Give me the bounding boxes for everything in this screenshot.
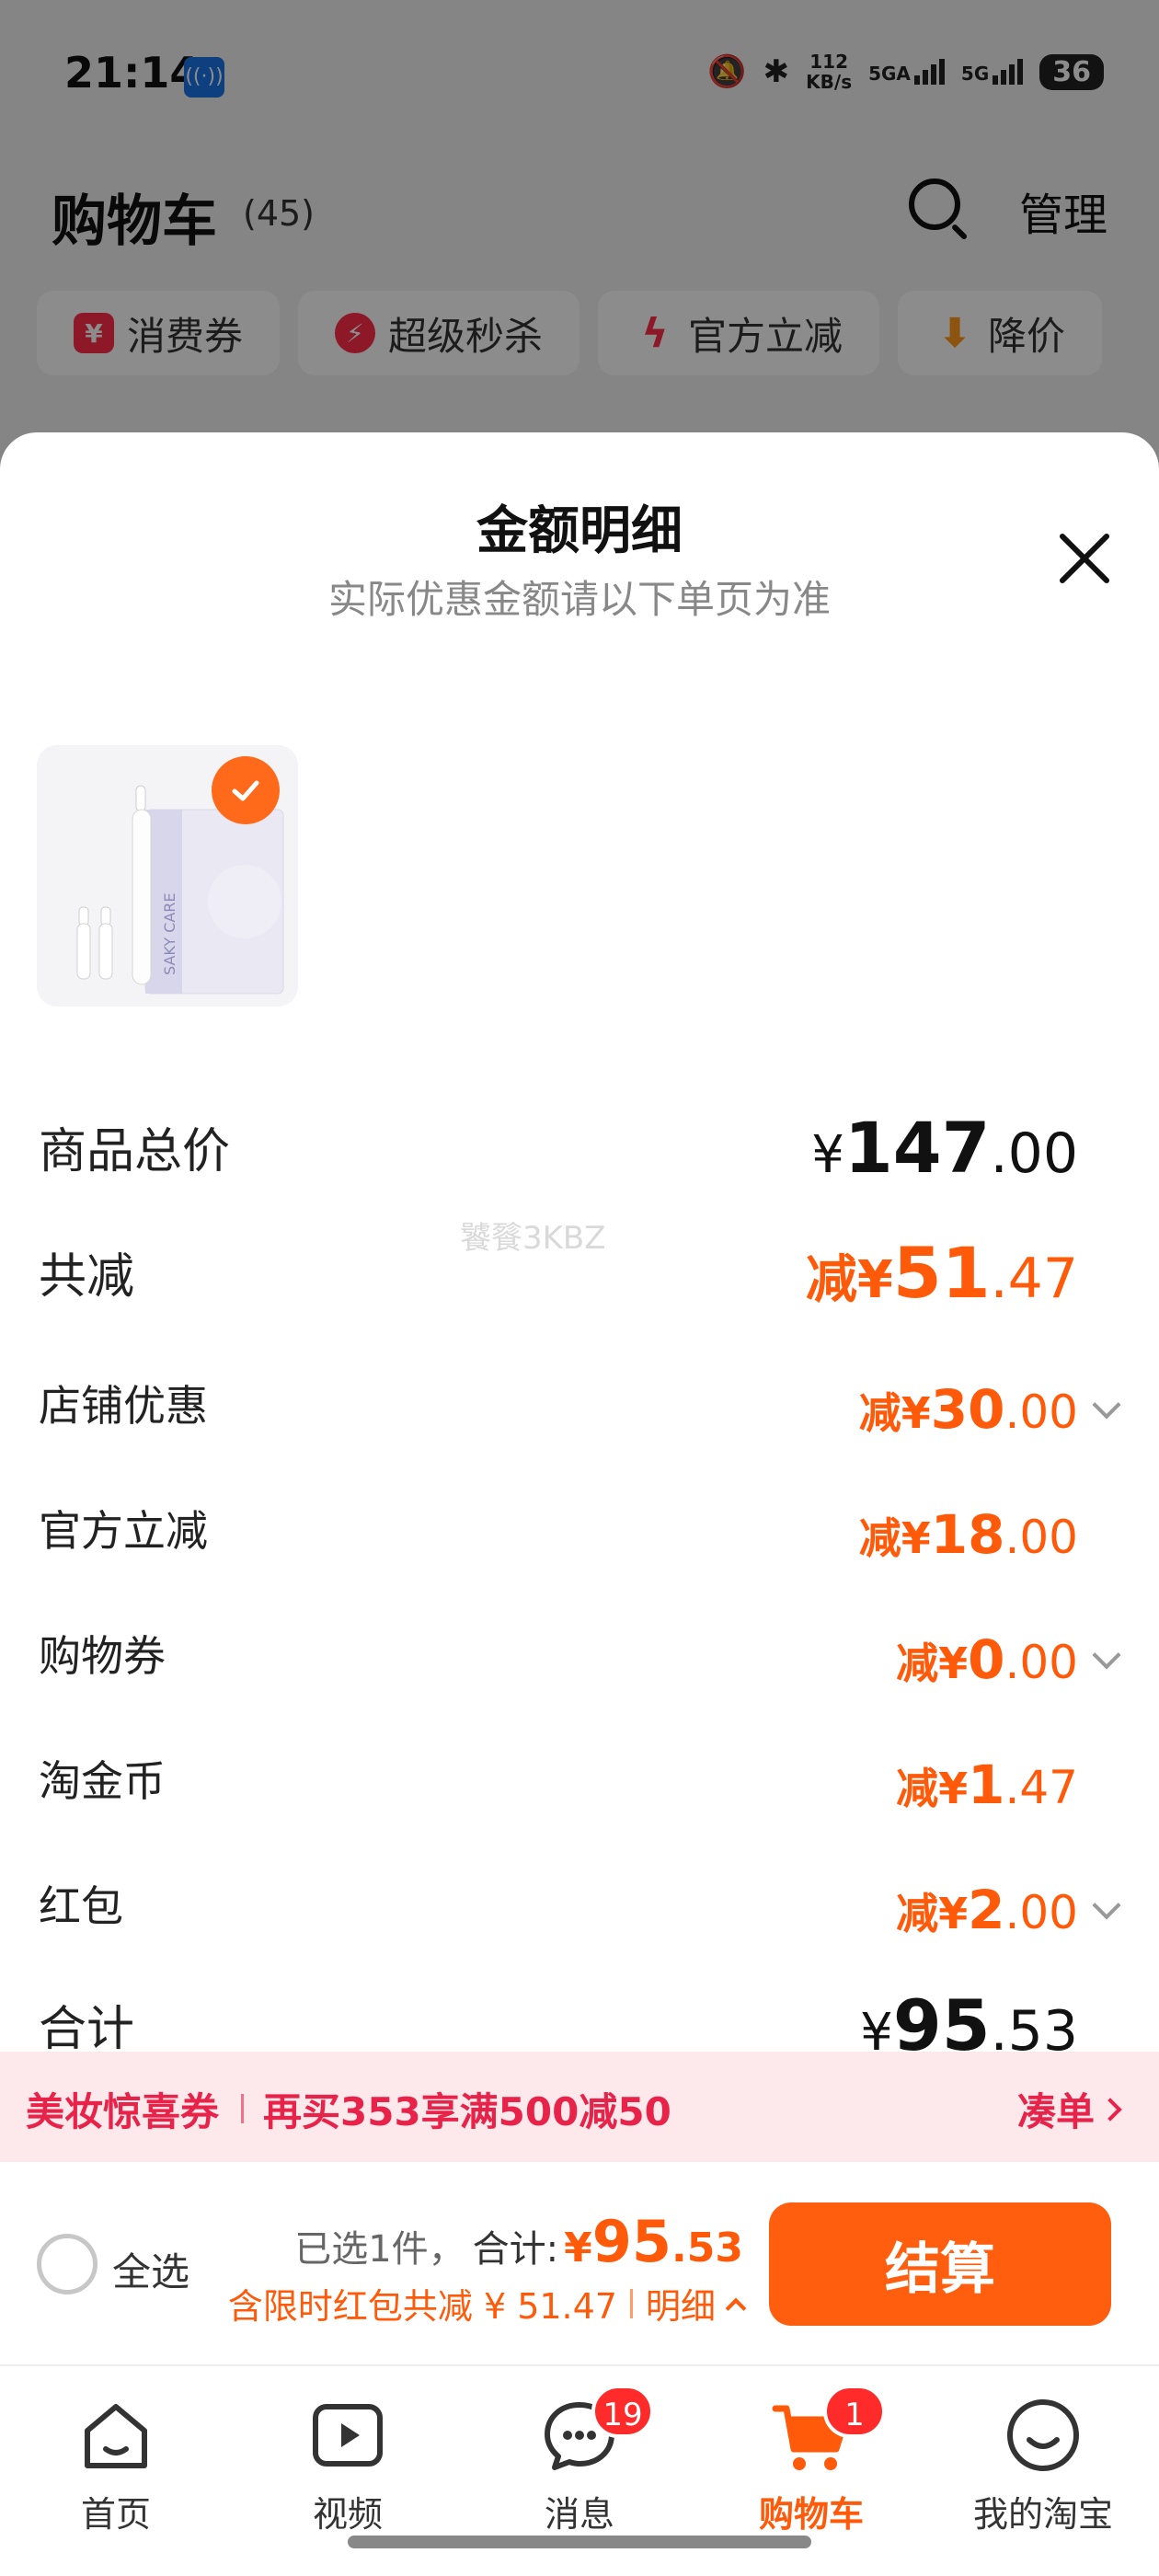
chevron-up-icon[interactable]: [725, 2297, 747, 2318]
home-icon: [75, 2394, 157, 2477]
banner-tag: 美妆惊喜券: [26, 2089, 220, 2134]
row-amount: 减¥18.00: [858, 1503, 1078, 1566]
tab-my-taobao[interactable]: 我的淘宝: [951, 2381, 1135, 2547]
banner-divider: [241, 2094, 244, 2123]
product-thumbnail[interactable]: SAKY CARE: [37, 745, 298, 1006]
chevron-down-icon[interactable]: [1092, 1640, 1121, 1670]
selected-summary: 已选1件， 合计: ¥95.53: [294, 2208, 743, 2275]
select-all-radio[interactable]: [37, 2234, 98, 2294]
add-on-button[interactable]: 凑单: [1017, 2081, 1095, 2137]
checkout-button[interactable]: 结算: [769, 2202, 1111, 2326]
close-icon[interactable]: [1054, 528, 1115, 589]
chevron-down-icon[interactable]: [1092, 1390, 1121, 1420]
row-label: 官方立减: [39, 1506, 208, 1556]
row-amount: 减¥0.00: [896, 1628, 1078, 1691]
tab-video[interactable]: 视频: [256, 2381, 440, 2547]
row-amount: ¥147.00: [811, 1107, 1078, 1189]
chevron-right-icon: [1098, 2098, 1122, 2122]
row-taojinbi: 淘金币 减¥1.47: [39, 1739, 1120, 1822]
detail-toggle[interactable]: 明细: [646, 2278, 716, 2329]
row-label: 红包: [39, 1881, 123, 1931]
message-badge: 19: [591, 2385, 654, 2438]
row-label: 购物券: [39, 1631, 166, 1681]
product-image-text: SAKY CARE: [161, 892, 178, 975]
row-label: 淘金币: [39, 1756, 166, 1806]
row-label: 商品总价: [39, 1124, 231, 1179]
row-label: 共减: [39, 1249, 135, 1305]
sheet-title: 金额明细: [476, 501, 683, 561]
row-label: 店铺优惠: [39, 1381, 208, 1431]
row-label: 合计: [39, 2002, 135, 2057]
row-amount: 减¥30.00: [858, 1378, 1078, 1441]
chevron-down-icon[interactable]: [1092, 1891, 1121, 1920]
row-amount: 减¥1.47: [896, 1754, 1078, 1816]
select-all-label[interactable]: 全选: [112, 2241, 189, 2297]
row-shopping-voucher[interactable]: 购物券 减¥0.00: [39, 1614, 1121, 1696]
video-icon: [306, 2394, 389, 2477]
total-price: ¥95.53: [564, 2208, 743, 2275]
checkout-bar: 全选 已选1件， 合计: ¥95.53 含限时红包共减 ¥ 51.47 明细 结…: [0, 2162, 1159, 2364]
profile-icon: [1002, 2394, 1084, 2477]
message-icon: 19: [538, 2385, 654, 2477]
promo-banner[interactable]: 美妆惊喜券 再买353享满500减50 凑单: [0, 2052, 1159, 2162]
cart-icon: 1: [770, 2385, 886, 2477]
discount-summary[interactable]: 含限时红包共减 ¥ 51.47 明细: [228, 2278, 747, 2329]
row-amount: 减¥2.00: [896, 1879, 1078, 1941]
row-official-discount: 官方立减 减¥18.00: [39, 1489, 1120, 1571]
row-red-packet[interactable]: 红包 减¥2.00: [39, 1864, 1121, 1947]
banner-text: 再买353享满500减50: [263, 2089, 671, 2134]
check-icon[interactable]: [212, 756, 280, 824]
tab-home[interactable]: 首页: [24, 2381, 208, 2547]
watermark: 饕餮3KBZ: [460, 1220, 606, 1257]
tab-messages[interactable]: 19 消息: [488, 2381, 671, 2547]
sheet-subtitle: 实际优惠金额请以下单页为准: [327, 577, 831, 622]
row-total-price: 商品总价 ¥147.00: [39, 1107, 1120, 1194]
row-amount: 减¥51.47: [805, 1232, 1078, 1314]
cart-badge: 1: [823, 2385, 886, 2438]
row-shop-discount[interactable]: 店铺优惠 减¥30.00: [39, 1363, 1121, 1446]
tab-cart[interactable]: 1 购物车: [719, 2381, 903, 2547]
home-indicator[interactable]: [348, 2536, 811, 2548]
